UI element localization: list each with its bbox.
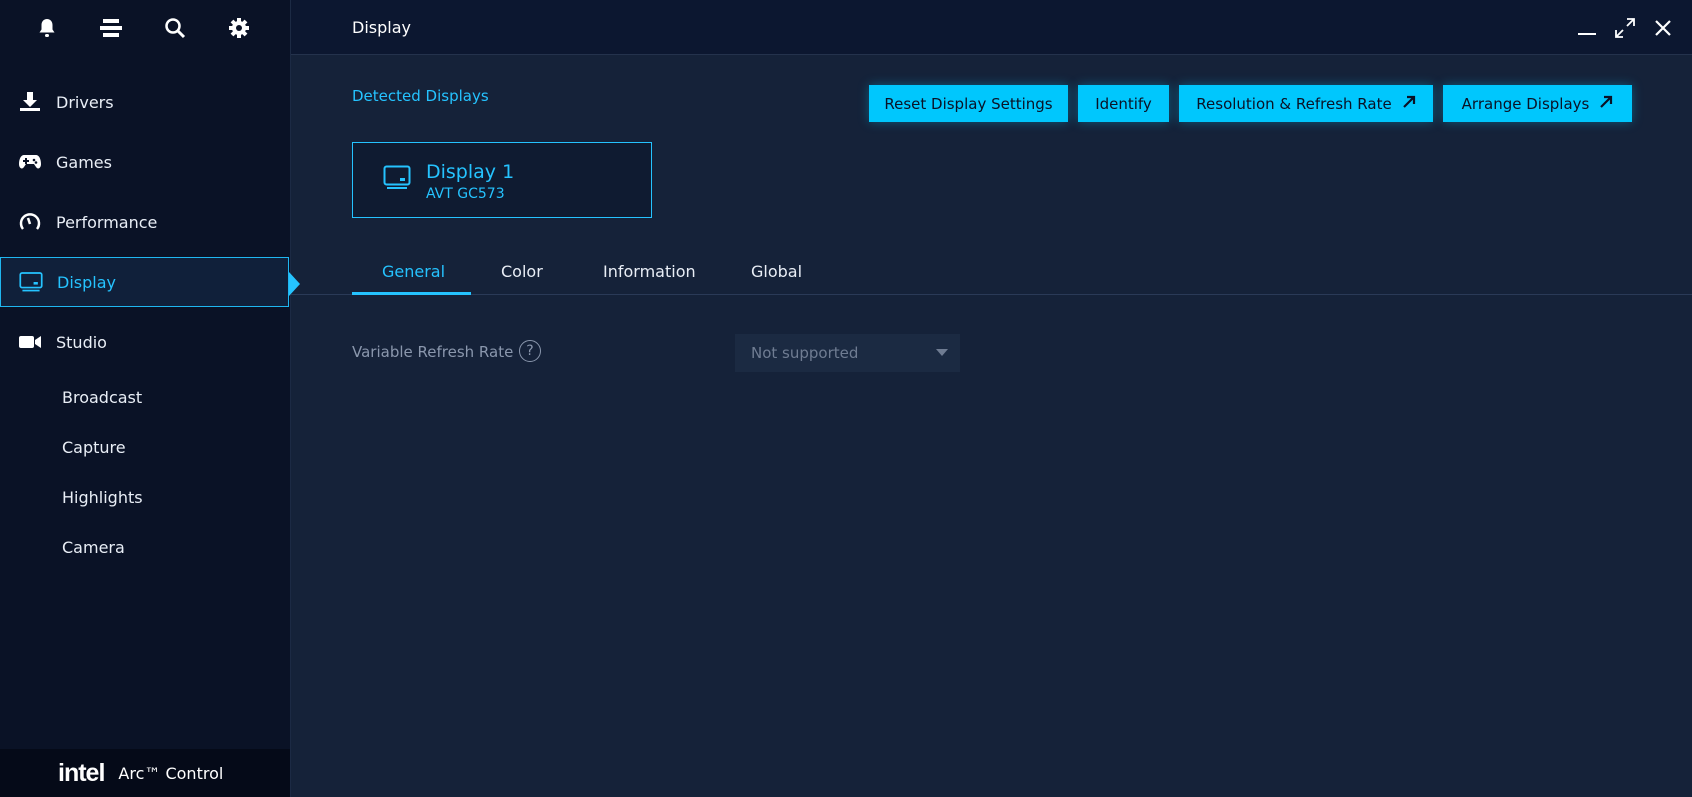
sidebar-subitem-broadcast[interactable]: Broadcast [62,388,142,407]
help-icon[interactable]: ? [519,340,541,362]
variable-refresh-rate-select: Not supported [735,334,960,372]
gamepad-icon [18,150,42,174]
gear-icon[interactable] [226,15,252,41]
select-value: Not supported [751,344,859,362]
button-label: Reset Display Settings [884,94,1053,113]
variable-refresh-rate-label: Variable Refresh Rate [352,343,514,361]
bell-icon[interactable] [34,15,60,41]
gauge-icon [18,210,42,234]
title-bar: Display [291,0,1692,55]
sidebar-subitem-capture[interactable]: Capture [62,438,126,457]
button-label: Identify [1095,94,1152,113]
chevron-down-icon [936,349,948,356]
brand-footer: intel Arc™ Control [0,749,290,797]
active-indicator [289,272,300,296]
external-arrow-icon [1402,95,1416,113]
tab-color[interactable]: Color [501,262,543,281]
product-name: Arc™ Control [118,763,224,783]
sidebar-item-performance[interactable]: Performance [0,197,289,247]
resolution-refresh-rate-button[interactable]: Resolution & Refresh Rate [1179,85,1433,122]
sidebar-item-label: Drivers [56,92,114,112]
sidebar-item-display[interactable]: Display [0,257,289,307]
monitor-icon [383,165,411,195]
sidebar-item-drivers[interactable]: Drivers [0,77,289,127]
tab-global[interactable]: Global [751,262,802,281]
sidebar-item-studio[interactable]: Studio [0,317,289,367]
button-label: Resolution & Refresh Rate [1196,94,1392,113]
button-label: Arrange Displays [1461,94,1590,113]
menu-icon[interactable] [98,15,124,41]
page-title: Display [352,18,411,37]
tab-information[interactable]: Information [603,262,696,281]
camera-icon [18,330,42,354]
tab-general[interactable]: General [382,262,445,281]
sidebar-subitem-highlights[interactable]: Highlights [62,488,143,507]
sidebar-item-label: Performance [56,212,158,232]
display-name: Display 1 [426,161,515,183]
download-icon [18,90,42,114]
display-model: AVT GC573 [426,186,505,202]
display-card[interactable]: Display 1 AVT GC573 [352,142,652,218]
reset-display-settings-button[interactable]: Reset Display Settings [869,85,1068,122]
active-tab-underline [352,292,471,295]
external-arrow-icon [1599,95,1613,113]
sidebar-item-label: Games [56,152,112,172]
maximize-icon[interactable] [1611,14,1639,42]
identify-button[interactable]: Identify [1078,85,1169,122]
arrange-displays-button[interactable]: Arrange Displays [1443,85,1632,122]
intel-logo: intel [58,758,105,787]
sidebar-subitem-camera[interactable]: Camera [62,538,125,557]
sidebar-top-icons [0,0,290,55]
monitor-icon [19,270,43,294]
detected-displays-label: Detected Displays [352,87,489,105]
search-icon[interactable] [162,15,188,41]
close-icon[interactable] [1649,14,1677,42]
tabs-divider [291,294,1692,295]
sidebar-item-label: Studio [56,332,107,352]
sidebar: Drivers Games Performance Display Studio… [0,0,300,797]
minimize-icon[interactable] [1573,14,1601,42]
sidebar-item-games[interactable]: Games [0,137,289,187]
sidebar-item-label: Display [57,272,116,292]
